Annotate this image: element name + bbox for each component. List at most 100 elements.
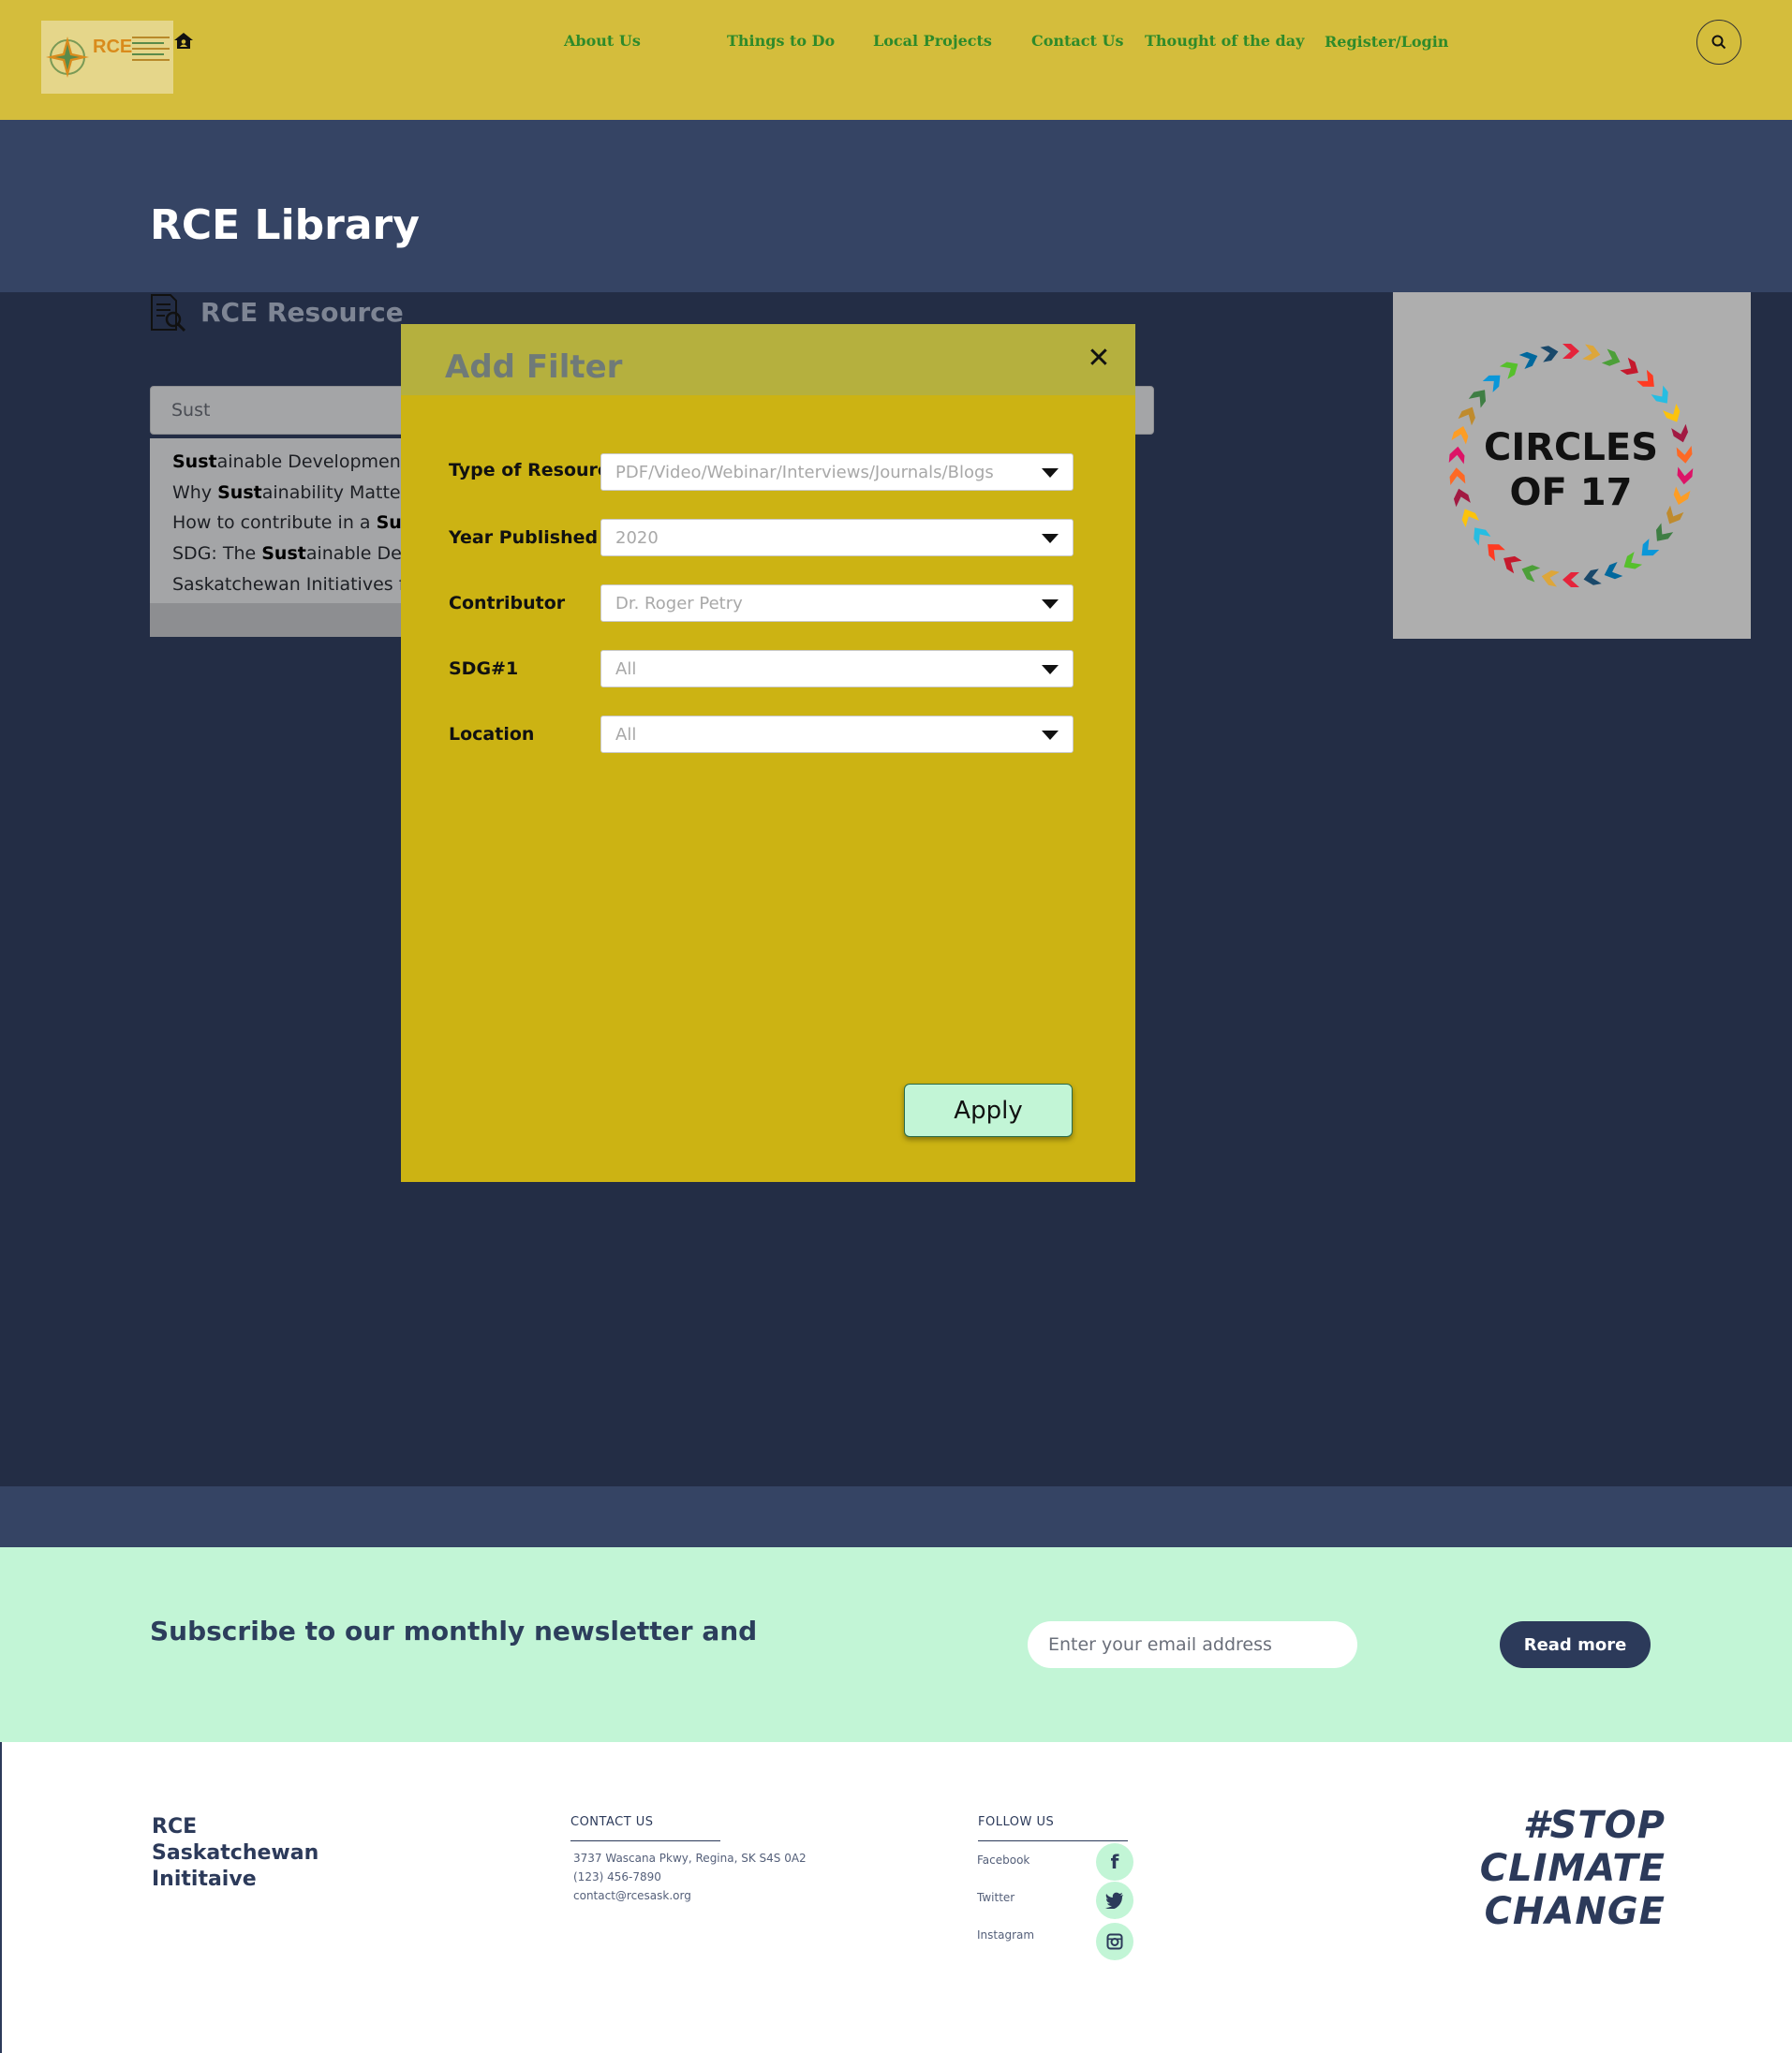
filter-label-sdg: SDG#1 <box>449 658 519 679</box>
sdg-chevron <box>1673 486 1691 506</box>
slogan-line: #STOP <box>1522 1804 1666 1847</box>
filter-value-year: 2020 <box>615 528 659 548</box>
footer-twitter-link[interactable]: Twitter <box>977 1891 1014 1904</box>
filter-label-year: Year Published <box>449 527 599 548</box>
stop-climate-change-slogan: #STOP CLIMATE CHANGE <box>1478 1804 1666 1933</box>
sdg-chevron <box>1666 505 1684 524</box>
sdg-chevron <box>1449 467 1466 485</box>
sdg-chevron <box>1448 446 1465 465</box>
footer-contact-divider <box>570 1840 720 1841</box>
sdg-chevron <box>1676 446 1693 464</box>
sdg-chevron <box>1583 569 1602 585</box>
add-filter-modal: Add Filter ✕ Type of Resource PDF/Video/… <box>401 324 1135 1182</box>
apply-button[interactable]: Apply <box>904 1084 1073 1137</box>
close-icon[interactable]: ✕ <box>1084 342 1114 375</box>
instagram-icon[interactable] <box>1096 1923 1133 1960</box>
circles-of-17-card[interactable]: CIRCLES OF 17 <box>1393 292 1751 639</box>
sdg-chevron <box>1663 403 1681 422</box>
sdg-chevron <box>1541 570 1560 587</box>
sdg-chevron <box>1488 544 1505 562</box>
chevron-down-icon <box>1042 534 1059 543</box>
site-header <box>0 0 1792 120</box>
sdg-chevron <box>1623 552 1643 569</box>
footer-facebook-link[interactable]: Facebook <box>977 1854 1029 1867</box>
filter-select-sdg[interactable]: All <box>600 650 1074 687</box>
logo-text: RCE <box>93 37 133 57</box>
sdg-chevron <box>1582 344 1601 361</box>
footer-follow-heading: FOLLOW US <box>978 1815 1055 1829</box>
slogan-line: CLIMATE <box>1479 1847 1666 1890</box>
suggestion-item[interactable]: Sustainable Development <box>172 451 407 472</box>
filter-select-location[interactable]: All <box>600 716 1074 753</box>
sdg-chevron <box>1468 390 1487 408</box>
slogan-line: CHANGE <box>1484 1890 1666 1933</box>
filter-value-type: PDF/Video/Webinar/Interviews/Journals/Bl… <box>615 463 994 482</box>
chevron-down-icon <box>1042 468 1059 478</box>
twitter-icon[interactable] <box>1096 1882 1133 1919</box>
filter-select-contributor[interactable]: Dr. Roger Petry <box>600 584 1074 622</box>
nav-about-us[interactable]: About Us <box>564 32 641 50</box>
sdg-chevron <box>1503 555 1522 574</box>
circles-line1: CIRCLES <box>1484 426 1658 469</box>
footer-follow-divider <box>978 1840 1128 1841</box>
sdg-chevron <box>1453 488 1471 508</box>
footer-org-name: RCE Saskatchewan Inititaive <box>152 1815 319 1891</box>
sdg-chevron <box>1461 509 1479 528</box>
sdg-chevron <box>1655 523 1674 541</box>
search-icon <box>1711 35 1726 50</box>
sdg-circle-logo: CIRCLES OF 17 <box>1448 344 1694 587</box>
filter-select-year[interactable]: 2020 <box>600 519 1074 556</box>
home-icon[interactable] <box>172 30 195 52</box>
sdg-chevron <box>1499 362 1518 379</box>
nav-thought-of-the-day[interactable]: Thought of the day <box>1145 32 1304 50</box>
sdg-chevron <box>1651 385 1668 404</box>
nav-contact-us[interactable]: Contact Us <box>1031 32 1123 50</box>
sdg-chevron <box>1677 466 1694 485</box>
read-more-button[interactable]: Read more <box>1500 1621 1651 1668</box>
nav-things-to-do[interactable]: Things to Do <box>727 32 835 50</box>
sdg-chevron <box>1540 346 1559 362</box>
site-logo[interactable]: RCE <box>41 21 173 94</box>
sdg-chevron <box>1451 425 1469 445</box>
nav-register-login[interactable]: Register/Login <box>1325 33 1448 51</box>
filter-select-type[interactable]: PDF/Video/Webinar/Interviews/Journals/Bl… <box>600 453 1074 491</box>
logo-tagline <box>132 37 170 70</box>
filter-label-contributor: Contributor <box>449 593 566 613</box>
content-bottom-band <box>0 1486 1792 1547</box>
suggestion-item[interactable]: How to contribute in a Sust <box>172 512 421 533</box>
filter-label-type: Type of Resource <box>449 460 621 480</box>
modal-header: Add Filter ✕ <box>401 324 1135 395</box>
sdg-chevron <box>1601 348 1621 366</box>
sdg-chevron <box>1562 572 1579 587</box>
sdg-chevron <box>1518 351 1538 369</box>
sdg-chevron <box>1641 539 1660 556</box>
sdg-chevron <box>1604 562 1623 580</box>
sdg-chevron <box>1458 406 1475 426</box>
sdg-chevron <box>1671 423 1689 443</box>
search-button[interactable] <box>1696 20 1741 65</box>
filter-value-contributor: Dr. Roger Petry <box>615 594 743 613</box>
facebook-icon[interactable]: f <box>1096 1843 1133 1881</box>
newsletter-title: Subscribe to our monthly newsletter and <box>150 1616 758 1647</box>
sdg-chevron <box>1474 527 1491 546</box>
suggestion-item[interactable]: Saskatchewan Initiatives for <box>172 574 423 595</box>
footer-instagram-link[interactable]: Instagram <box>977 1928 1034 1942</box>
document-search-icon <box>151 294 186 332</box>
footer-email[interactable]: contact@rcesask.org <box>573 1889 691 1902</box>
filter-value-sdg: All <box>615 659 637 679</box>
page-title: RCE Library <box>150 201 420 249</box>
sdg-chevron <box>1620 357 1638 376</box>
footer-address: 3737 Wascana Pkwy, Regina, SK S4S 0A2 <box>573 1852 807 1865</box>
sdg-chevron <box>1482 375 1501 392</box>
chevron-down-icon <box>1042 731 1059 740</box>
footer-phone[interactable]: (123) 456-7890 <box>573 1870 661 1883</box>
suggestion-item[interactable]: SDG: The Sustainable Devel <box>172 543 428 564</box>
logo-emblem-icon <box>46 37 89 78</box>
sdg-chevron <box>1636 369 1654 387</box>
newsletter-email-input[interactable] <box>1028 1621 1357 1668</box>
filter-value-location: All <box>615 725 637 745</box>
nav-local-projects[interactable]: Local Projects <box>873 32 992 50</box>
chevron-down-icon <box>1042 599 1059 609</box>
suggestion-item[interactable]: Why Sustainability Matters <box>172 482 417 503</box>
instagram-camera-glyph <box>1106 1933 1123 1950</box>
